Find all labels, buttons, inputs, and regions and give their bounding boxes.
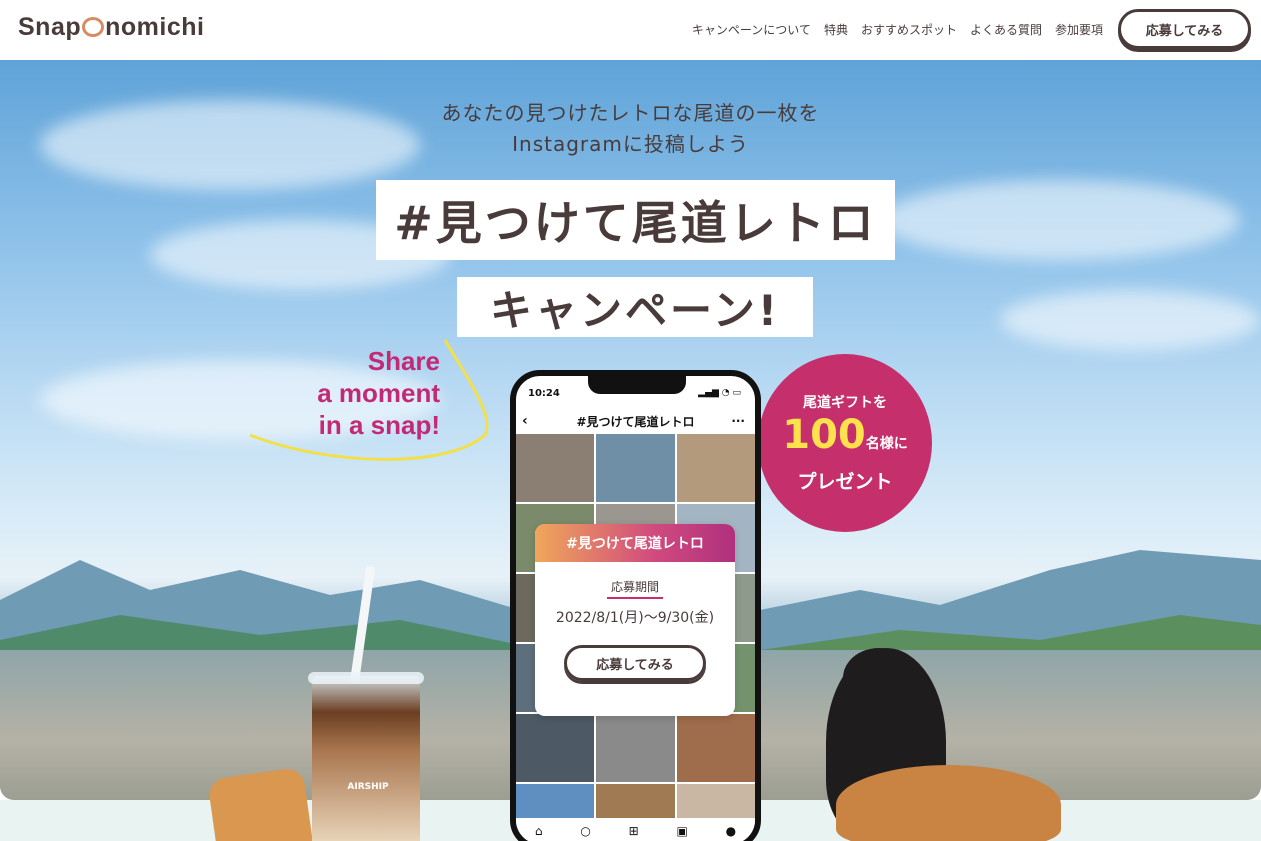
instagram-hashtag-title: #見つけて尾道レトロ xyxy=(576,414,695,429)
hero-title-line1: #見つけて尾道レトロ xyxy=(376,180,895,260)
cup-lid xyxy=(308,672,424,684)
main-nav: キャンペーンについて 特典 おすすめスポット よくある質問 参加要項 xyxy=(692,21,1103,38)
card-period-label: 応募期間 xyxy=(607,578,663,599)
hero-title-line2: キャンペーン! xyxy=(457,277,813,337)
swoosh-decoration xyxy=(249,339,489,461)
gift-badge: 尾道ギフトを 100名様に プレゼント xyxy=(758,354,932,532)
logo-text: Snap xyxy=(18,13,82,41)
apply-button[interactable]: 応募してみる xyxy=(1118,9,1251,49)
more-icon[interactable]: ··· xyxy=(731,414,745,428)
site-header: Snap nomichi キャンペーンについて 特典 おすすめスポット よくある質… xyxy=(0,0,1261,60)
badge-line3: プレゼント xyxy=(797,471,893,493)
badge-unit: 名様に xyxy=(865,436,908,452)
logo[interactable]: Snap nomichi xyxy=(18,13,204,42)
hero-lead-line1: あなたの見つけたレトロな尾道の一枚を xyxy=(441,101,820,125)
nav-item-spots[interactable]: おすすめスポット xyxy=(861,21,957,38)
cloud-decoration xyxy=(1000,290,1260,350)
campaign-card: #見つけて尾道レトロ 応募期間 2022/8/1(月)〜9/30(金) 応募して… xyxy=(535,524,735,716)
card-hashtag: #見つけて尾道レトロ xyxy=(535,524,735,562)
grid-photo[interactable] xyxy=(676,434,755,502)
grid-photo[interactable] xyxy=(676,714,755,782)
signal-battery-icon: ▂▄▆ ◔ ▭ xyxy=(698,388,741,398)
cookie-image xyxy=(207,766,315,841)
home-icon[interactable]: ⌂ xyxy=(535,824,543,838)
orange-cat-image xyxy=(836,765,1061,841)
grid-photo[interactable] xyxy=(516,714,595,782)
grid-photo[interactable] xyxy=(596,434,675,502)
cat-logo-icon xyxy=(82,17,105,37)
badge-line1: 尾道ギフトを xyxy=(803,395,887,411)
black-cat-head xyxy=(843,648,915,708)
grid-photo[interactable] xyxy=(516,434,595,502)
nav-item-about[interactable]: キャンペーンについて xyxy=(692,21,811,38)
card-apply-button[interactable]: 応募してみる xyxy=(564,645,706,681)
grid-photo[interactable] xyxy=(596,714,675,782)
badge-number: 100 xyxy=(782,412,866,458)
logo-text-tail: nomichi xyxy=(105,13,205,41)
hero-lead-line2: Instagramに投稿しよう xyxy=(512,132,749,156)
badge-number-row: 100名様に xyxy=(782,412,908,467)
cup-brand: AIRSHIP xyxy=(347,782,389,792)
instagram-header: ‹ #見つけて尾道レトロ ··· xyxy=(516,408,755,434)
nav-item-benefits[interactable]: 特典 xyxy=(824,21,848,38)
instagram-tabbar: ⌂ ○ ⊞ ▣ ● xyxy=(516,818,755,841)
coffee-cup-image xyxy=(312,676,420,841)
phone-notch xyxy=(588,376,686,394)
add-post-icon[interactable]: ⊞ xyxy=(629,824,639,838)
card-period: 2022/8/1(月)〜9/30(金) xyxy=(555,610,715,626)
nav-item-faq[interactable]: よくある質問 xyxy=(970,21,1042,38)
profile-icon[interactable]: ● xyxy=(726,824,736,838)
phone-time: 10:24 xyxy=(528,388,560,399)
search-icon[interactable]: ○ xyxy=(580,824,590,838)
reels-icon[interactable]: ▣ xyxy=(676,824,687,838)
back-icon[interactable]: ‹ xyxy=(522,413,528,429)
cloud-decoration xyxy=(880,180,1240,260)
nav-item-rules[interactable]: 参加要項 xyxy=(1055,21,1103,38)
